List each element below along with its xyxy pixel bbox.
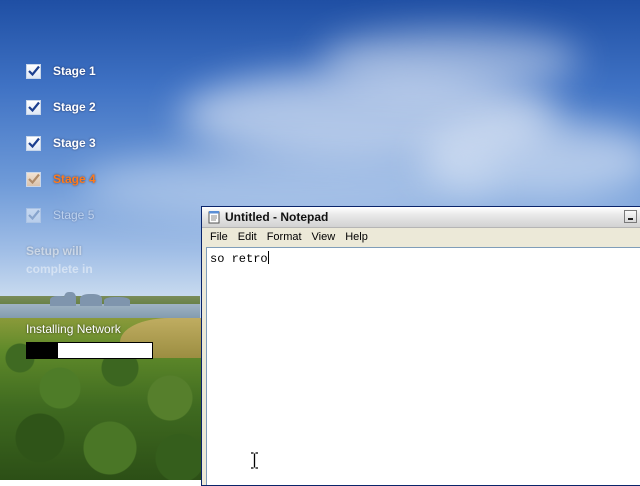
notepad-window[interactable]: Untitled - Notepad File Edit Format View… — [201, 206, 640, 486]
checkbox-checked-icon — [26, 99, 41, 115]
distant-rocks — [40, 290, 150, 306]
stage-1: Stage 1 — [26, 62, 96, 80]
progress-fill — [27, 343, 59, 358]
setup-remaining-label: Setup will — [26, 244, 83, 258]
stage-label: Stage 4 — [53, 172, 96, 186]
stage-2: Stage 2 — [26, 98, 96, 116]
current-task-label: Installing Network — [26, 322, 121, 336]
menu-help[interactable]: Help — [340, 229, 373, 246]
stage-3: Stage 3 — [26, 134, 96, 152]
checkbox-checked-icon — [26, 63, 41, 79]
stage-4: Stage 4 — [26, 170, 96, 188]
ibeam-cursor-icon — [251, 452, 258, 469]
cloud — [320, 30, 580, 90]
title-bar[interactable]: Untitled - Notepad — [202, 207, 640, 228]
stage-5: Stage 5 — [26, 206, 94, 224]
menu-edit[interactable]: Edit — [233, 229, 262, 246]
setup-remaining-label-2: complete in — [26, 262, 93, 276]
window-title: Untitled - Notepad — [225, 210, 329, 224]
checkbox-pending-icon — [26, 207, 41, 223]
checkbox-active-icon — [26, 171, 41, 187]
menu-bar: File Edit Format View Help — [202, 228, 640, 247]
stage-label: Stage 1 — [53, 64, 96, 78]
editor-text-line[interactable]: so retro — [210, 251, 269, 266]
text-editor[interactable]: so retro — [206, 247, 640, 485]
editor-content: so retro — [210, 252, 268, 266]
notepad-icon[interactable] — [207, 210, 221, 224]
stage-label: Stage 3 — [53, 136, 96, 150]
stage-label: Stage 2 — [53, 100, 96, 114]
menu-file[interactable]: File — [205, 229, 233, 246]
install-progress-bar — [26, 342, 153, 359]
menu-format[interactable]: Format — [262, 229, 307, 246]
checkbox-checked-icon — [26, 135, 41, 151]
text-caret — [267, 251, 269, 264]
menu-view[interactable]: View — [307, 229, 341, 246]
minimize-button[interactable] — [624, 210, 637, 223]
stage-label: Stage 5 — [53, 208, 95, 222]
